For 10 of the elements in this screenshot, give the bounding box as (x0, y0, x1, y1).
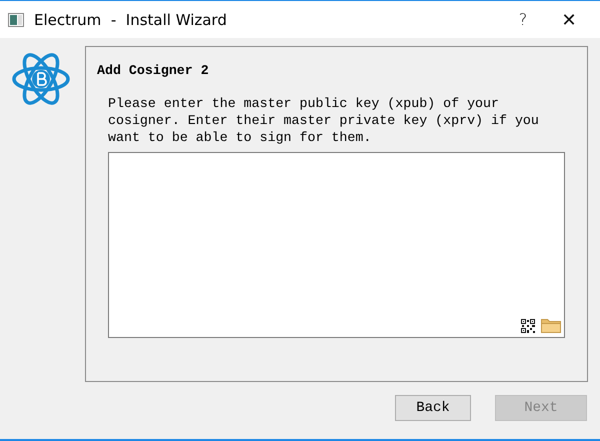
window-title: Electrum - Install Wizard (34, 10, 227, 28)
back-button[interactable]: Back (395, 395, 471, 421)
key-input-field[interactable] (108, 152, 565, 338)
help-button[interactable]: ? (500, 2, 546, 38)
qr-code-icon[interactable] (521, 319, 535, 333)
page-heading: Add Cosigner 2 (97, 63, 210, 78)
close-button[interactable]: ✕ (546, 2, 592, 38)
app-icon (8, 12, 24, 26)
instruction-text: Please enter the master public key (xpub) of your cosigner. Enter their master private key (xprv) if you want to be able to sign for them. (108, 95, 540, 146)
folder-icon[interactable] (541, 317, 561, 333)
